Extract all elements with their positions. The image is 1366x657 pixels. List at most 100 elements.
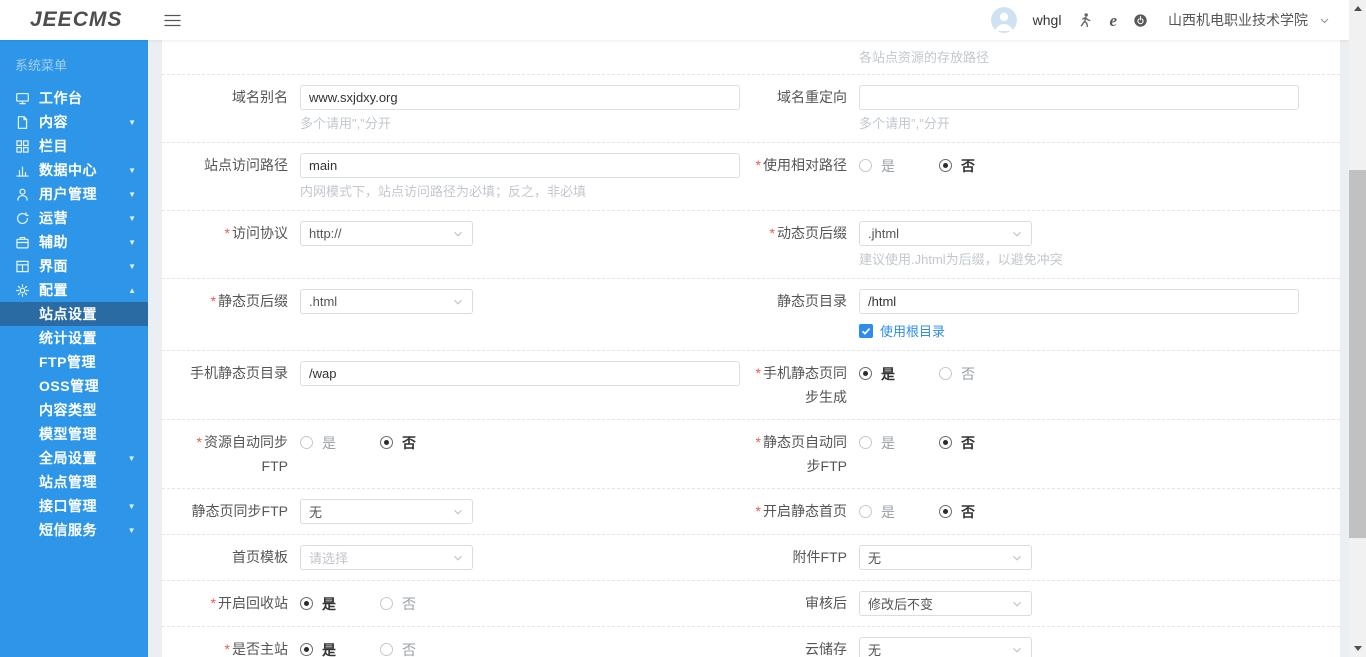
field-label: * 静态页自动同步FTP bbox=[755, 434, 847, 474]
sidebar-item-operation[interactable]: 运营 ▼ bbox=[0, 206, 148, 230]
cloud-storage-select[interactable]: 无 bbox=[859, 637, 1032, 657]
sidebar-subitem-api-management[interactable]: 接口管理 ▼ bbox=[0, 494, 148, 518]
radio-on-icon bbox=[380, 436, 393, 449]
sidebar-subitem-ftp-management[interactable]: FTP管理 bbox=[0, 350, 148, 374]
field-empty bbox=[176, 44, 751, 66]
sidebar-subitem-label: 短信服务 bbox=[39, 522, 97, 538]
user-switch-icon[interactable] bbox=[1077, 12, 1093, 28]
sidebar-subitem-site-settings[interactable]: 站点设置 bbox=[0, 302, 148, 326]
after-audit-select[interactable]: 修改后不变 bbox=[859, 591, 1032, 616]
sidebar-subitem-site-management[interactable]: 站点管理 bbox=[0, 470, 148, 494]
field-resource-auto-sync-ftp: * 资源自动同步FTP 是否 bbox=[176, 430, 751, 478]
static-sync-ftp-select[interactable]: 无 bbox=[300, 499, 473, 524]
avatar[interactable] bbox=[990, 7, 1017, 33]
field-label: 附件FTP bbox=[792, 549, 847, 565]
sidebar-item-interface[interactable]: 界面 ▼ bbox=[0, 254, 148, 278]
field-access-protocol: * 访问协议 http:// bbox=[176, 221, 751, 268]
chevron-down-icon bbox=[1011, 228, 1023, 240]
chevron-down-icon[interactable] bbox=[1318, 14, 1331, 27]
radio-off-icon bbox=[859, 436, 872, 449]
form-row: * 开启回收站是否审核后 修改后不变 bbox=[162, 580, 1340, 626]
sidebar-subitem-global-settings[interactable]: 全局设置 ▼ bbox=[0, 446, 148, 470]
radio-on-icon bbox=[939, 505, 952, 518]
field-control: 无 bbox=[859, 545, 1326, 570]
browser-icon[interactable]: e bbox=[1109, 12, 1117, 29]
user-icon bbox=[15, 187, 30, 202]
chart-icon bbox=[15, 163, 30, 178]
static-page-dir-input[interactable] bbox=[859, 289, 1299, 314]
field-label: * 动态页后缀 bbox=[769, 225, 847, 241]
domain-redirect-input[interactable] bbox=[859, 85, 1299, 110]
radio-option[interactable]: 是 bbox=[859, 433, 895, 453]
sidebar-item-workbench[interactable]: 工作台 bbox=[0, 86, 148, 110]
sidebar-item-data-center[interactable]: 数据中心 ▼ bbox=[0, 158, 148, 182]
field-site-access-path: 站点访问路径内网模式下，站点访问路径为必填；反之，非必填 bbox=[176, 153, 751, 200]
site-name[interactable]: 山西机电职业技术学院 bbox=[1168, 10, 1308, 30]
sidebar-item-columns[interactable]: 栏目 bbox=[0, 134, 148, 158]
sidebar-item-user-management[interactable]: 用户管理 ▼ bbox=[0, 182, 148, 206]
field-control: 修改后不变 bbox=[859, 591, 1326, 616]
radio-label: 是 bbox=[322, 434, 336, 451]
radio-option[interactable]: 否 bbox=[939, 502, 975, 522]
field-control: 多个请用","分开 bbox=[859, 85, 1326, 132]
radio-option[interactable]: 是 bbox=[300, 433, 336, 453]
username[interactable]: whgl bbox=[1033, 12, 1062, 28]
form-row: * 访问协议 http:// * 动态页后缀 .jhtml 建议使用.Jhtml为后缀，以避… bbox=[162, 210, 1340, 278]
site-access-path-input[interactable] bbox=[300, 153, 740, 178]
radio-option[interactable]: 否 bbox=[939, 156, 975, 176]
field-label: 站点访问路径 bbox=[204, 157, 288, 173]
field-control: .html bbox=[300, 289, 751, 314]
select-value: .html bbox=[309, 294, 338, 309]
select-value: 无 bbox=[868, 551, 882, 566]
radio-option[interactable]: 是 bbox=[300, 594, 336, 614]
radio-option[interactable]: 否 bbox=[939, 364, 975, 384]
radio-option[interactable]: 是 bbox=[859, 156, 895, 176]
radio-option[interactable]: 否 bbox=[380, 433, 416, 453]
sidebar-item-label: 用户管理 bbox=[39, 186, 97, 202]
sidebar-subitem-label: 站点管理 bbox=[39, 474, 97, 490]
attachment-ftp-select[interactable]: 无 bbox=[859, 545, 1032, 570]
power-icon[interactable] bbox=[1133, 13, 1148, 28]
select-value: http:// bbox=[309, 226, 342, 241]
radio-option[interactable]: 是 bbox=[859, 502, 895, 522]
sidebar-subitem-oss-management[interactable]: OSS管理 bbox=[0, 374, 148, 398]
use-root-dir-checkbox[interactable]: 使用根目录 bbox=[859, 321, 1326, 340]
scrollbar-up-arrow-icon[interactable] bbox=[1349, 0, 1366, 17]
sidebar-subitem-stats-settings[interactable]: 统计设置 bbox=[0, 326, 148, 350]
field-cloud-storage: 云储存 无 bbox=[751, 637, 1326, 657]
sidebar-subitem-content-type[interactable]: 内容类型 bbox=[0, 398, 148, 422]
dynamic-page-suffix-select[interactable]: .jhtml bbox=[859, 221, 1032, 246]
field-control: 是否 bbox=[859, 361, 1326, 386]
radio-option[interactable]: 是 bbox=[859, 364, 895, 384]
scrollbar-thumb[interactable] bbox=[1349, 170, 1366, 538]
radio-option[interactable]: 是 bbox=[300, 640, 336, 657]
field-label: * 静态页后缀 bbox=[210, 293, 288, 309]
radio-label: 是 bbox=[881, 503, 895, 520]
field-mobile-static-dir: 手机静态页目录 bbox=[176, 361, 751, 409]
sidebar-item-auxiliary[interactable]: 辅助 ▼ bbox=[0, 230, 148, 254]
static-page-suffix-select[interactable]: .html bbox=[300, 289, 473, 314]
hamburger-menu-icon[interactable] bbox=[164, 14, 182, 27]
field-static-page-dir: 静态页目录使用根目录 bbox=[751, 289, 1326, 340]
sidebar-subitem-model-management[interactable]: 模型管理 bbox=[0, 422, 148, 446]
vertical-scrollbar[interactable] bbox=[1349, 0, 1366, 657]
sidebar-subitem-label: 统计设置 bbox=[39, 330, 97, 346]
sidebar-item-configuration[interactable]: 配置 ▲ bbox=[0, 278, 148, 302]
field-hint: 各站点资源的存放路径 bbox=[859, 50, 990, 65]
access-protocol-select[interactable]: http:// bbox=[300, 221, 473, 246]
sidebar-item-content[interactable]: 内容 ▼ bbox=[0, 110, 148, 134]
domain-alias-input[interactable] bbox=[300, 85, 740, 110]
radio-option[interactable]: 否 bbox=[380, 640, 416, 657]
sidebar-subitem-sms-service[interactable]: 短信服务 ▼ bbox=[0, 518, 148, 542]
scrollbar-down-arrow-icon[interactable] bbox=[1349, 640, 1366, 657]
radio-option[interactable]: 否 bbox=[380, 594, 416, 614]
required-asterisk: * bbox=[210, 293, 216, 309]
mobile-static-dir-input[interactable] bbox=[300, 361, 740, 386]
grid-icon bbox=[15, 139, 30, 154]
sidebar-subitem-label: 模型管理 bbox=[39, 426, 97, 442]
field-enable-recycle: * 开启回收站是否 bbox=[176, 591, 751, 616]
use-relative-path-radio-group: 是否 bbox=[859, 153, 1326, 178]
field-static-sync-ftp: 静态页同步FTP 无 bbox=[176, 499, 751, 524]
radio-option[interactable]: 否 bbox=[939, 433, 975, 453]
home-template-select[interactable]: 请选择 bbox=[300, 545, 473, 570]
